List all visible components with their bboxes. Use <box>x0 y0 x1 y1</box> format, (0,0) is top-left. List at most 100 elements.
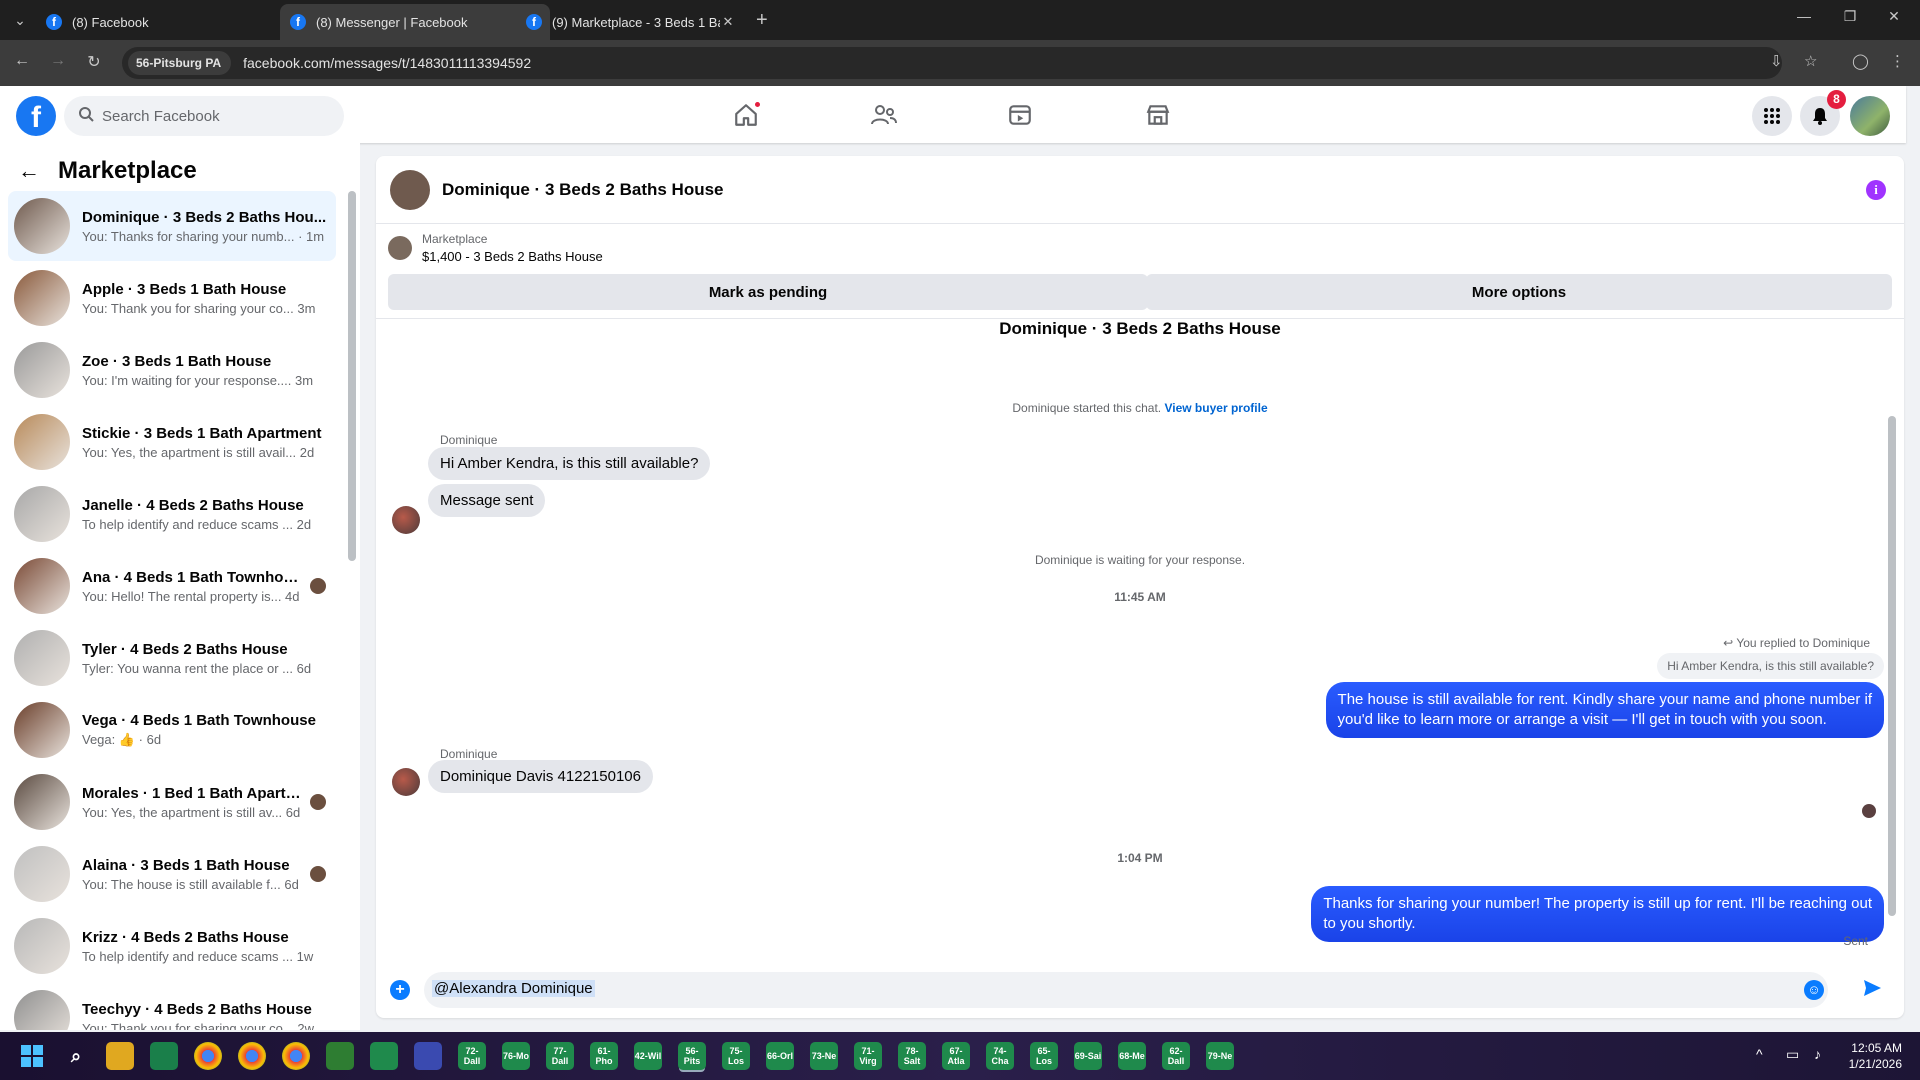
conversation-preview: You: Yes, the apartment is still avail..… <box>82 444 315 460</box>
conversation-item[interactable]: Tyler · 4 Beds 2 Baths House Tyler: You w… <box>8 623 336 693</box>
conversation-item[interactable]: Ana · 4 Beds 1 Bath Townhouse You: Hello!… <box>8 551 336 621</box>
mark-as-pending-button[interactable]: Mark as pending <box>388 274 1148 310</box>
new-tab-button[interactable]: + <box>756 8 768 32</box>
file-explorer-icon[interactable] <box>106 1042 134 1070</box>
taskbar-sheet-app[interactable]: 79-Ne <box>1206 1042 1234 1070</box>
taskbar-sheet-app[interactable]: 67-Atla <box>942 1042 970 1070</box>
menu-grid-icon[interactable] <box>1752 96 1792 136</box>
message-line: The house is still available for rent. K… <box>1337 691 1872 708</box>
chrome-profile-icon[interactable] <box>238 1042 266 1070</box>
network-icon[interactable]: ▭ <box>1786 1046 1799 1063</box>
search-taskbar-icon[interactable]: ⌕ <box>62 1042 90 1070</box>
outgoing-message[interactable]: Thanks for sharing your number! The prop… <box>1311 886 1884 942</box>
outgoing-message[interactable]: The house is still available for rent. K… <box>1325 682 1884 738</box>
taskbar-sheet-app[interactable]: 66-Orl <box>766 1042 794 1070</box>
conversation-item[interactable]: Vega · 4 Beds 1 Bath Townhouse Vega: 👍 · … <box>8 695 336 765</box>
back-icon[interactable]: ← <box>10 52 34 70</box>
emoji-icon[interactable]: ☺ <box>1804 980 1824 1000</box>
chrome-profile-icon[interactable] <box>282 1042 310 1070</box>
taskbar-sheet-app[interactable]: 65-Los <box>1030 1042 1058 1070</box>
chat-avatar[interactable] <box>390 169 430 210</box>
taskbar-sheet-app[interactable]: 78-Salt <box>898 1042 926 1070</box>
marketplace-conversation-list: ← Marketplace Dominique · 3 Beds 2 Baths… <box>0 143 360 1030</box>
reload-icon[interactable]: ↻ <box>82 52 106 72</box>
more-options-button[interactable]: More options <box>1146 274 1892 310</box>
taskbar-sheet-app[interactable]: 56-Pits <box>678 1042 706 1070</box>
taskbar-sheet-app[interactable]: 74-Cha <box>986 1042 1014 1070</box>
info-icon[interactable]: i <box>1866 180 1886 200</box>
restore-icon[interactable]: ❐ <box>1830 8 1870 25</box>
add-attachment-icon[interactable]: + <box>390 980 410 1000</box>
taskbar-clock[interactable]: 12:05 AM 1/21/2026 <box>1849 1040 1902 1072</box>
taskbar-sheet-app[interactable]: 72-Dall <box>458 1042 486 1070</box>
sender-avatar[interactable] <box>392 506 420 534</box>
quoted-message[interactable]: Hi Amber Kendra, is this still available… <box>1657 653 1884 679</box>
incoming-message[interactable]: Message sent <box>428 484 546 517</box>
account-avatar[interactable] <box>1850 96 1890 136</box>
search-facebook-input[interactable]: Search Facebook <box>64 96 344 136</box>
minimize-icon[interactable]: — <box>1784 8 1824 24</box>
close-window-icon[interactable]: ✕ <box>1874 8 1914 25</box>
sender-avatar[interactable] <box>392 768 420 796</box>
facebook-favicon-icon: f <box>46 14 62 30</box>
url-text[interactable]: facebook.com/messages/t/1483011113394592 <box>243 55 531 71</box>
taskbar-sheet-app[interactable]: 71-Virg <box>854 1042 882 1070</box>
taskbar-sheet-app[interactable]: 68-Me <box>1118 1042 1146 1070</box>
sidebar-scrollbar[interactable] <box>348 191 356 561</box>
conversation-item[interactable]: Teechyy · 4 Beds 2 Baths House You: Thank… <box>8 983 336 1030</box>
start-windows-icon[interactable] <box>18 1042 46 1070</box>
message-input[interactable] <box>424 972 1828 1008</box>
volume-icon[interactable]: ♪ <box>1814 1046 1821 1062</box>
conversation-item[interactable]: Janelle · 4 Beds 2 Baths House To help id… <box>8 479 336 549</box>
message-sender-name: Dominique <box>440 747 498 761</box>
bookmark-star-icon[interactable]: ☆ <box>1804 52 1817 70</box>
facebook-logo-icon[interactable]: f <box>16 96 56 136</box>
incoming-message[interactable]: Hi Amber Kendra, is this still available… <box>428 447 711 480</box>
view-buyer-profile-link[interactable]: View buyer profile <box>1164 401 1267 415</box>
chat-title[interactable]: Dominique · 3 Beds 2 Baths House <box>442 180 724 200</box>
tab-search-chevron-icon[interactable]: ⌄ <box>8 8 32 32</box>
conversation-item[interactable]: Zoe · 3 Beds 1 Bath House You: I'm waitin… <box>8 335 336 405</box>
conversation-item[interactable]: Krizz · 4 Beds 2 Baths House To help iden… <box>8 911 336 981</box>
tab-messenger[interactable]: f (8) Messenger | Facebook ✕ <box>280 4 550 40</box>
browser-menu-icon[interactable]: ⋮ <box>1890 52 1905 70</box>
taskbar-sheet-app[interactable]: 73-Ne <box>810 1042 838 1070</box>
close-tab-icon[interactable]: ✕ <box>720 14 736 30</box>
taskbar-sheet-app[interactable]: 76-Mo <box>502 1042 530 1070</box>
video-icon[interactable] <box>1000 98 1040 132</box>
back-arrow-icon[interactable]: ← <box>18 158 40 184</box>
sidebar-header: ← Marketplace <box>18 157 197 185</box>
notifications-bell-icon[interactable]: 8 <box>1800 90 1846 136</box>
taskbar-sheet-app[interactable]: 61-Pho <box>590 1042 618 1070</box>
taskbar-sheet-app[interactable]: 75-Los <box>722 1042 750 1070</box>
incoming-message[interactable]: Dominique Davis 4122150106 <box>428 760 653 793</box>
install-app-icon[interactable]: ⇩ <box>1770 52 1783 70</box>
site-info-chip[interactable]: 56-Pitsburg PA <box>128 51 232 75</box>
marketplace-icon[interactable] <box>1138 98 1178 132</box>
omnibox[interactable]: 56-Pitsburg PA facebook.com/messages/t/1… <box>122 47 1782 79</box>
taskbar-sheet-app[interactable]: 42-Wil <box>634 1042 662 1070</box>
conversation-item[interactable]: Dominique · 3 Beds 2 Baths Hou... You: Th… <box>8 191 336 261</box>
show-hidden-icons-chevron[interactable]: ^ <box>1756 1046 1763 1062</box>
tab-marketplace[interactable]: f (9) Marketplace - 3 Beds 1 Bath ✕ <box>516 4 746 40</box>
sheets-icon[interactable] <box>370 1042 398 1070</box>
send-icon[interactable] <box>1862 978 1882 1004</box>
app-icon[interactable] <box>414 1042 442 1070</box>
home-icon[interactable] <box>726 98 766 132</box>
taskbar-sheet-app[interactable]: 69-Sai <box>1074 1042 1102 1070</box>
conversation-item[interactable]: Alaina · 3 Beds 1 Bath House You: The hou… <box>8 839 336 909</box>
sheets-icon[interactable] <box>326 1042 354 1070</box>
forward-icon[interactable]: → <box>46 52 70 70</box>
chrome-icon[interactable] <box>194 1042 222 1070</box>
taskbar-sheet-app[interactable]: 62-Dall <box>1162 1042 1190 1070</box>
friends-icon[interactable] <box>864 98 904 132</box>
taskbar-sheet-app[interactable]: 77-Dall <box>546 1042 574 1070</box>
conversation-item[interactable]: Morales · 1 Bed 1 Bath Apartm... You: Yes… <box>8 767 336 837</box>
chat-scrollbar[interactable] <box>1888 416 1896 916</box>
listing-summary[interactable]: Marketplace $1,400 - 3 Beds 2 Baths Hous… <box>388 232 603 264</box>
conversation-item[interactable]: Stickie · 3 Beds 1 Bath Apartment You: Ye… <box>8 407 336 477</box>
profile-icon[interactable]: ◯ <box>1852 52 1869 70</box>
tab-facebook[interactable]: f (8) Facebook ✕ <box>36 4 306 40</box>
conversation-item[interactable]: Apple · 3 Beds 1 Bath House You: Thank yo… <box>8 263 336 333</box>
app-icon[interactable] <box>150 1042 178 1070</box>
